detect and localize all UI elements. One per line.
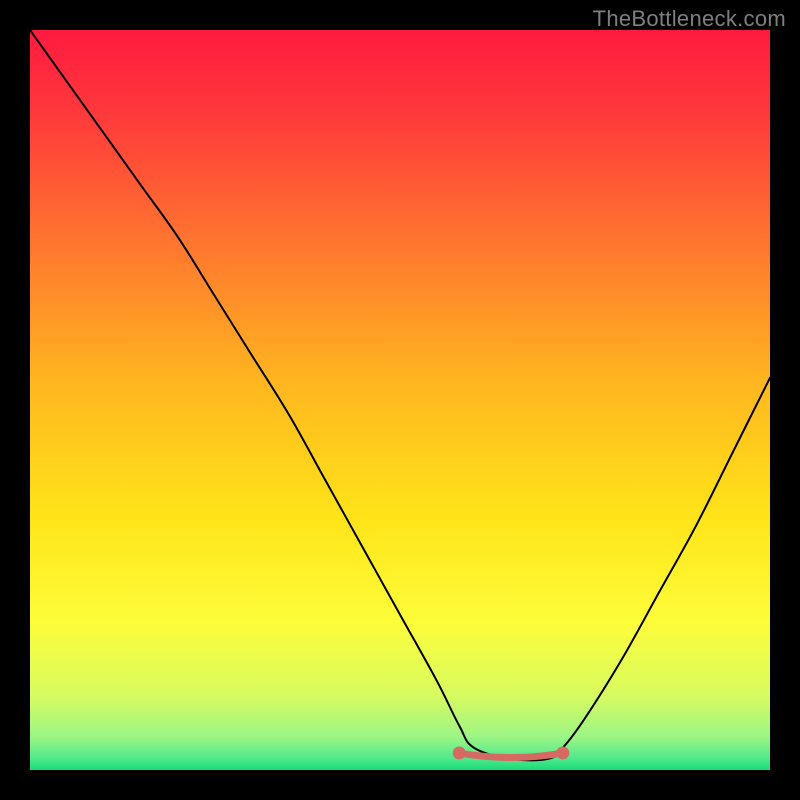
sweet-spot-marker [453, 746, 466, 759]
plot-area [30, 30, 770, 770]
watermark-text: TheBottleneck.com [593, 6, 786, 32]
chart-frame: TheBottleneck.com [0, 0, 800, 800]
sweet-spot-segment [459, 753, 563, 758]
bottleneck-curve [30, 30, 770, 760]
curve-layer [30, 30, 770, 770]
sweet-spot-marker [556, 746, 569, 759]
